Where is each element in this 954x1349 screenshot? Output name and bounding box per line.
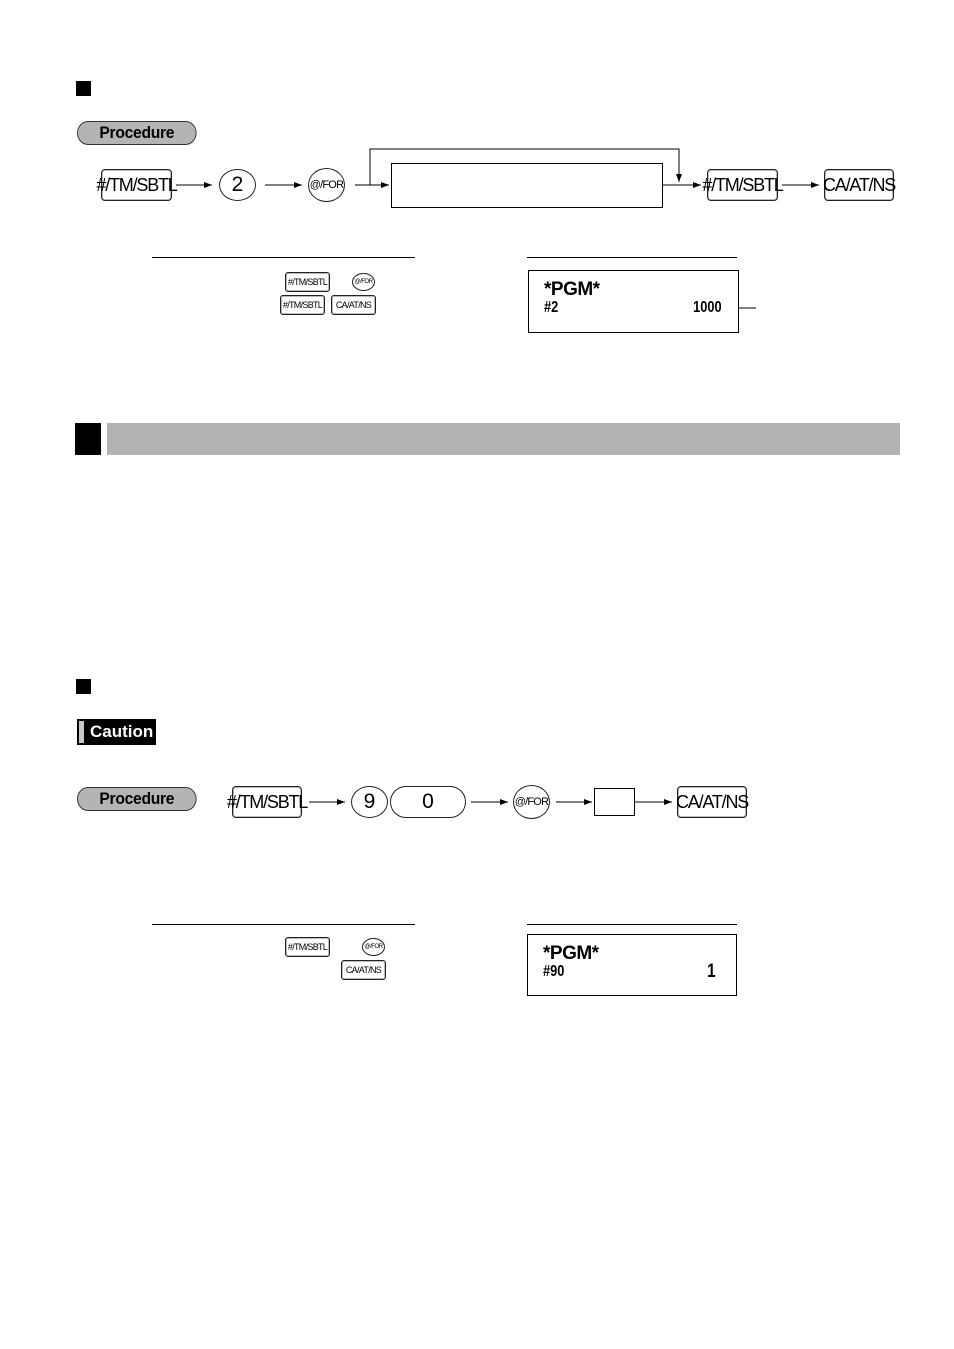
entry-box bbox=[594, 788, 635, 816]
procedure-badge: Procedure bbox=[77, 787, 197, 811]
caution-badge: Caution bbox=[77, 719, 156, 745]
key-label: #/TM/SBTL bbox=[287, 277, 328, 287]
key-label: #/TM/SBTL bbox=[282, 300, 323, 310]
key-label: @/FOR bbox=[354, 279, 373, 285]
caution-label: Caution bbox=[90, 722, 154, 741]
key-label: CA/AT/NS bbox=[345, 965, 382, 975]
key-label: @/FOR bbox=[514, 796, 549, 808]
key-ref-rule bbox=[152, 257, 415, 258]
key-label: #/TM/SBTL bbox=[96, 174, 177, 195]
receipt-rule bbox=[527, 924, 737, 925]
procedure-label: Procedure bbox=[99, 789, 175, 808]
key-0: 0 bbox=[390, 786, 466, 818]
caution-stripe bbox=[77, 719, 86, 745]
key-label: CA/AT/NS bbox=[822, 174, 896, 195]
key-9: 9 bbox=[351, 786, 388, 818]
section-heading-bar bbox=[107, 423, 900, 455]
receipt-title: *PGM* bbox=[544, 279, 600, 300]
key-ref-rule bbox=[152, 924, 415, 925]
receipt-printout: *PGM* #90 1 bbox=[527, 934, 737, 996]
key-ca-at-ns: CA/AT/NS bbox=[675, 786, 749, 818]
key-label: 0 bbox=[422, 790, 434, 813]
key-ca-at-ns: CA/AT/NS bbox=[822, 169, 896, 201]
key-label: 9 bbox=[363, 790, 376, 813]
key-2: 2 bbox=[219, 169, 256, 201]
key-at-for-small: @/FOR bbox=[352, 273, 375, 291]
key-label: CA/AT/NS bbox=[675, 791, 749, 812]
receipt-line-value: 1 bbox=[707, 961, 716, 982]
key-label: #/TM/SBTL bbox=[287, 942, 328, 952]
key-label: #/TM/SBTL bbox=[702, 174, 783, 195]
receipt-rule bbox=[527, 257, 737, 258]
key-label: @/FOR bbox=[364, 944, 383, 950]
key-label: 2 bbox=[231, 173, 244, 196]
receipt-line-value: 1000 bbox=[693, 299, 722, 316]
key-ca-at-ns-small: CA/AT/NS bbox=[331, 295, 376, 315]
key-ca-at-ns-small: CA/AT/NS bbox=[341, 960, 386, 980]
key-tm-sbtl: #/TM/SBTL bbox=[96, 169, 178, 201]
key-label: CA/AT/NS bbox=[335, 300, 372, 310]
key-label: @/FOR bbox=[309, 179, 344, 191]
key-label: #/TM/SBTL bbox=[226, 791, 308, 812]
key-tm-sbtl: #/TM/SBTL bbox=[702, 169, 784, 201]
key-tm-sbtl-small: #/TM/SBTL bbox=[285, 272, 330, 292]
receipt-printout: *PGM* #2 1000 bbox=[528, 270, 739, 333]
key-tm-sbtl-small: #/TM/SBTL bbox=[285, 937, 330, 957]
key-at-for: @/FOR bbox=[513, 785, 550, 819]
receipt-title: *PGM* bbox=[543, 943, 599, 964]
section-marker bbox=[75, 423, 101, 455]
receipt-line-label: #90 bbox=[543, 963, 565, 980]
key-tm-sbtl: #/TM/SBTL bbox=[227, 786, 308, 818]
section-bullet-icon bbox=[76, 679, 91, 694]
key-tm-sbtl-small: #/TM/SBTL bbox=[280, 295, 325, 315]
receipt-line-label: #2 bbox=[544, 299, 559, 316]
key-at-for: @/FOR bbox=[308, 168, 345, 202]
key-at-for-small: @/FOR bbox=[362, 938, 385, 956]
entry-box bbox=[391, 163, 663, 208]
